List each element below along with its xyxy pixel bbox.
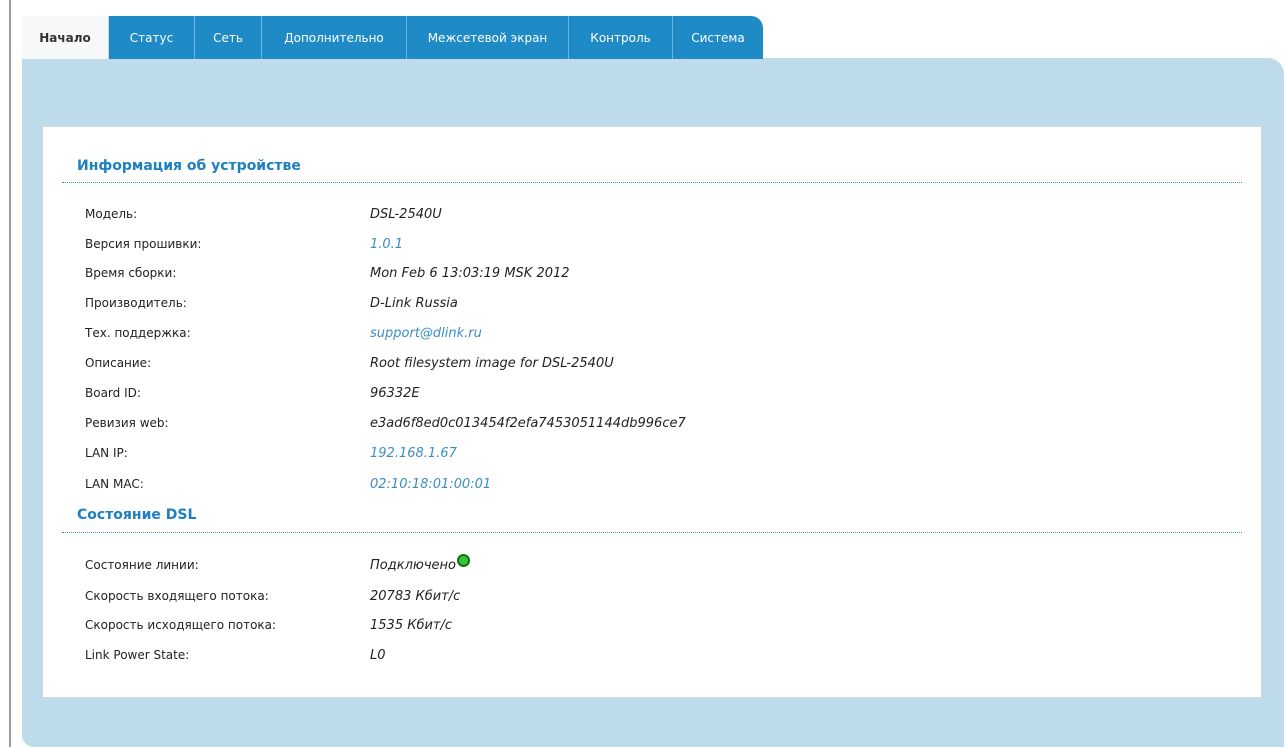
info-label-board-id: Board ID:: [85, 386, 141, 400]
dsl-value-line-state: Подключено: [370, 554, 470, 573]
info-row-build-time: Время сборки: Mon Feb 6 13:03:19 MSK 201…: [85, 266, 1185, 286]
info-row-support: Тех. поддержка: support@dlink.ru: [85, 326, 1185, 346]
info-label-support: Тех. поддержка:: [85, 326, 191, 340]
top-navigation-tabs: Начало Статус Сеть Дополнительно Межсете…: [22, 16, 763, 59]
device-info-title: Информация об устройстве: [77, 158, 301, 174]
dsl-row-upstream: Скорость исходящего потока: 1535 Кбит/с: [85, 618, 1185, 638]
info-label-model: Модель:: [85, 207, 138, 221]
firmware-version-link[interactable]: 1.0.1: [370, 237, 403, 252]
info-row-board-id: Board ID: 96332E: [85, 386, 1185, 406]
dsl-label-link-power: Link Power State:: [85, 648, 190, 662]
info-row-lan-ip: LAN IP: 192.168.1.67: [85, 446, 1185, 466]
tab-firewall[interactable]: Межсетевой экран: [407, 16, 569, 59]
dsl-row-link-power: Link Power State: L0: [85, 648, 1185, 668]
info-row-vendor: Производитель: D-Link Russia: [85, 296, 1185, 316]
info-row-model: Модель: DSL-2540U: [85, 207, 1185, 227]
tab-network[interactable]: Сеть: [195, 16, 262, 59]
info-label-build-time: Время сборки:: [85, 266, 177, 280]
info-label-firmware: Версия прошивки:: [85, 237, 202, 251]
dsl-label-line-state: Состояние линии:: [85, 558, 199, 572]
dsl-label-downstream: Скорость входящего потока:: [85, 589, 269, 603]
status-indicator-green-icon: [456, 554, 470, 567]
dsl-value-link-power: L0: [370, 648, 386, 663]
info-row-web-revision: Ревизия web: e3ad6f8ed0c013454f2efa74530…: [85, 416, 1185, 436]
support-email-link[interactable]: support@dlink.ru: [370, 326, 482, 341]
info-label-lan-ip: LAN IP:: [85, 446, 128, 460]
dsl-status-divider: [62, 532, 1242, 533]
tab-system[interactable]: Система: [673, 16, 763, 59]
dsl-value-downstream: 20783 Кбит/с: [370, 589, 461, 604]
tab-status[interactable]: Статус: [109, 16, 195, 59]
dsl-value-upstream: 1535 Кбит/с: [370, 618, 453, 633]
info-value-vendor: D-Link Russia: [370, 296, 458, 311]
info-row-lan-mac: LAN MAC: 02:10:18:01:00:01: [85, 477, 1185, 497]
info-value-build-time: Mon Feb 6 13:03:19 MSK 2012: [370, 266, 570, 281]
lan-mac-link[interactable]: 02:10:18:01:00:01: [370, 477, 491, 492]
left-border-rule: [9, 0, 11, 747]
tab-home[interactable]: Начало: [22, 16, 109, 59]
dsl-status-title: Состояние DSL: [77, 507, 197, 523]
dsl-row-line-state: Состояние линии: Подключено: [85, 554, 1185, 578]
device-info-divider: [62, 182, 1242, 183]
info-row-description: Описание: Root filesystem image for DSL-…: [85, 356, 1185, 376]
info-value-web-revision: e3ad6f8ed0c013454f2efa7453051144db996ce7: [370, 416, 686, 431]
lan-ip-link[interactable]: 192.168.1.67: [370, 446, 457, 461]
dsl-row-downstream: Скорость входящего потока: 20783 Кбит/с: [85, 589, 1185, 609]
info-value-description: Root filesystem image for DSL-2540U: [370, 356, 614, 371]
info-value-model: DSL-2540U: [370, 207, 442, 222]
tab-advanced[interactable]: Дополнительно: [262, 16, 407, 59]
info-label-web-revision: Ревизия web:: [85, 416, 169, 430]
info-value-board-id: 96332E: [370, 386, 420, 401]
dsl-label-upstream: Скорость исходящего потока:: [85, 618, 277, 632]
info-label-lan-mac: LAN MAC:: [85, 477, 144, 491]
info-label-description: Описание:: [85, 356, 152, 370]
line-state-text: Подключено: [370, 558, 456, 573]
info-label-vendor: Производитель:: [85, 296, 187, 310]
info-row-firmware: Версия прошивки: 1.0.1: [85, 237, 1185, 257]
tab-control[interactable]: Контроль: [569, 16, 673, 59]
